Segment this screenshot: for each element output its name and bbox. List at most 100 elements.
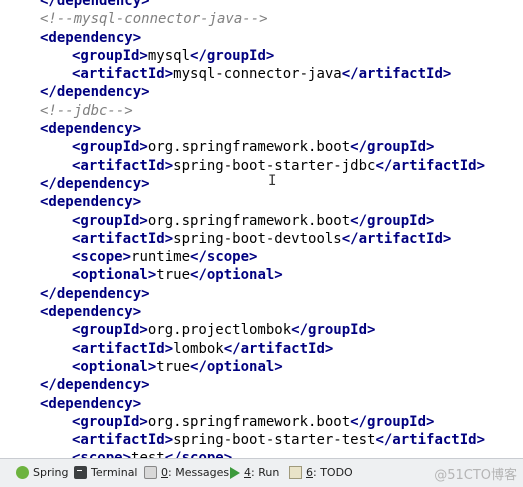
code-line: </dependency> (0, 376, 523, 394)
xml-value: org.projectlombok (147, 322, 292, 339)
xml-open-tag: <groupId> (72, 47, 148, 64)
run-number: 4 (244, 466, 251, 479)
xml-close-tag: </groupId> (350, 413, 435, 430)
xml-tag: </dependency> (40, 0, 150, 9)
xml-tag: </dependency> (40, 175, 150, 192)
xml-open-tag: <scope> (72, 450, 131, 458)
xml-open-tag: <artifactId> (72, 66, 174, 83)
code-line: <!--jdbc--> (0, 102, 523, 120)
code-line: <groupId>org.springframework.boot</group… (0, 212, 523, 230)
run-tool-button[interactable]: 4: Run (230, 466, 279, 479)
xml-open-tag: <artifactId> (72, 340, 174, 357)
code-line: </dependency> (0, 175, 523, 193)
code-line: <scope>runtime</scope> (0, 248, 523, 266)
todo-label: : TODO (313, 466, 353, 479)
xml-close-tag: </artifactId> (341, 230, 452, 247)
spring-tool-button[interactable]: Spring (16, 466, 69, 479)
xml-value: org.springframework.boot (147, 413, 351, 430)
xml-open-tag: <artifactId> (72, 230, 174, 247)
xml-close-tag: </optional> (190, 267, 283, 284)
todo-number: 6 (306, 466, 313, 479)
xml-tag: <dependency> (40, 121, 142, 138)
code-line: <dependency> (0, 120, 523, 138)
code-line: <optional>true</optional> (0, 266, 523, 284)
xml-value: test (131, 450, 165, 458)
code-line: <optional>true</optional> (0, 358, 523, 376)
tool-window-bar: Spring Terminal 0: Messages 4: Run 6: TO… (0, 458, 523, 487)
terminal-label: Terminal (91, 466, 138, 479)
todo-icon (289, 466, 302, 479)
messages-tool-button[interactable]: 0: Messages (144, 466, 229, 479)
xml-value: spring-boot-starter-jdbc (173, 157, 376, 174)
watermark: @51CTO博客 (434, 468, 517, 483)
code-line: <groupId>org.springframework.boot</group… (0, 413, 523, 431)
code-line: <dependency> (0, 303, 523, 321)
xml-value: spring-boot-devtools (173, 230, 342, 247)
xml-close-tag: </artifactId> (223, 340, 334, 357)
xml-tag: <dependency> (40, 304, 142, 321)
code-line: <artifactId>spring-boot-starter-jdbc</ar… (0, 157, 523, 175)
code-lines: </dependency> <!--mysql-connector-java-->… (0, 0, 523, 458)
xml-tag: <dependency> (40, 395, 142, 412)
xml-close-tag: </groupId> (291, 322, 376, 339)
xml-tag: </dependency> (40, 285, 150, 302)
spring-label: Spring (33, 466, 69, 479)
code-line: </dependency> (0, 285, 523, 303)
xml-open-tag: <optional> (72, 358, 157, 375)
spring-leaf-icon (16, 466, 29, 479)
xml-value: mysql (147, 47, 191, 64)
code-line: <groupId>org.springframework.boot</group… (0, 138, 523, 156)
xml-comment: <!--jdbc--> (40, 102, 133, 119)
xml-close-tag: </artifactId> (375, 157, 486, 174)
xml-open-tag: <scope> (72, 249, 132, 266)
xml-open-tag: <optional> (72, 267, 157, 284)
xml-tag: </dependency> (40, 377, 150, 394)
xml-comment: <!--mysql-connector-java--> (40, 11, 268, 28)
messages-icon (144, 466, 157, 479)
messages-number: 0 (161, 466, 168, 479)
code-line: <groupId>mysql</groupId> (0, 47, 523, 65)
run-label: : Run (251, 466, 280, 479)
xml-value: org.springframework.boot (147, 139, 351, 156)
code-line: <!--mysql-connector-java--> (0, 10, 523, 28)
xml-tag: <dependency> (40, 194, 142, 211)
xml-value: true (156, 358, 191, 375)
xml-open-tag: <groupId> (72, 413, 148, 430)
xml-open-tag: <groupId> (72, 212, 148, 229)
xml-open-tag: <artifactId> (72, 432, 174, 449)
xml-open-tag: <artifactId> (72, 157, 174, 174)
messages-label: : Messages (168, 466, 230, 479)
xml-close-tag: </groupId> (190, 47, 275, 64)
xml-value: true (156, 267, 191, 284)
code-editor[interactable]: </dependency> <!--mysql-connector-java-->… (0, 0, 523, 458)
terminal-tool-button[interactable]: Terminal (74, 466, 138, 479)
xml-close-tag: </scope> (190, 249, 258, 266)
xml-open-tag: <groupId> (72, 322, 148, 339)
todo-tool-button[interactable]: 6: TODO (289, 466, 353, 479)
xml-tag: <dependency> (40, 29, 142, 46)
code-line: <dependency> (0, 193, 523, 211)
code-line: <artifactId>mysql-connector-java</artifa… (0, 65, 523, 83)
xml-close-tag: </artifactId> (341, 66, 452, 83)
code-line: </dependency> (0, 83, 523, 101)
code-line: <scope>test</scope> (0, 449, 523, 458)
xml-close-tag: </scope> (165, 450, 232, 458)
code-line: <groupId>org.projectlombok</groupId> (0, 321, 523, 339)
terminal-icon (74, 466, 87, 479)
run-icon (230, 466, 240, 479)
xml-value: runtime (131, 249, 191, 266)
xml-close-tag: </groupId> (350, 212, 435, 229)
code-line: <artifactId>spring-boot-starter-test</ar… (0, 431, 523, 449)
xml-close-tag: </optional> (190, 358, 283, 375)
xml-tag: </dependency> (40, 84, 150, 101)
xml-value: spring-boot-starter-test (173, 432, 376, 449)
xml-close-tag: </artifactId> (375, 432, 486, 449)
code-line: <dependency> (0, 395, 523, 413)
code-line: <artifactId>lombok</artifactId> (0, 340, 523, 358)
xml-close-tag: </groupId> (350, 139, 435, 156)
text-cursor-icon: I (268, 173, 277, 189)
xml-value: mysql-connector-java (173, 66, 342, 83)
xml-value: lombok (173, 340, 224, 357)
code-line: <dependency> (0, 29, 523, 47)
xml-open-tag: <groupId> (72, 139, 148, 156)
